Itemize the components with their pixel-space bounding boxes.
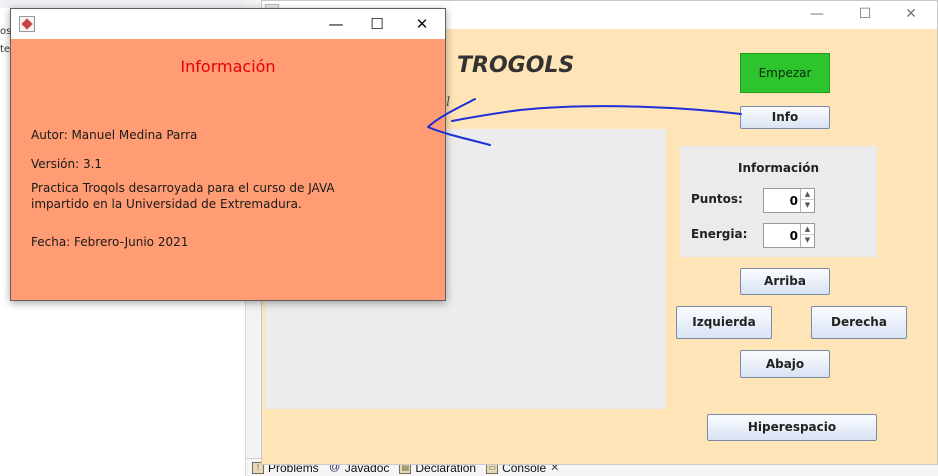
game-title: TROGOLS [457,53,575,78]
points-label: Puntos: [691,192,743,206]
date-text: Fecha: Febrero-Junio 2021 [31,235,189,249]
info-button[interactable]: Info [740,106,830,129]
chevron-down-icon[interactable]: ▼ [801,235,814,246]
dialog-titlebar: — ☐ ✕ [11,9,445,39]
up-button[interactable]: Arriba [740,268,830,295]
minimize-button[interactable]: — [802,5,832,23]
energy-value: 0 [789,229,798,243]
dialog-heading: Información [180,57,276,76]
hyperspace-button[interactable]: Hiperespacio [707,414,877,441]
spinner-arrows: ▲ ▼ [800,189,814,212]
points-spinner[interactable]: 0 ▲ ▼ [763,188,815,213]
info-dialog: — ☐ ✕ Información Autor: Manuel Medina P… [10,8,446,301]
java-app-icon [19,16,35,32]
maximize-button[interactable]: ☐ [850,5,880,23]
info-panel: Información Puntos: 0 ▲ ▼ Energia: 0 ▲ ▼ [680,146,877,257]
points-value: 0 [789,194,798,208]
minimize-button[interactable]: — [321,14,351,34]
author-text: Autor: Manuel Medina Parra [31,128,198,142]
chevron-up-icon[interactable]: ▲ [801,189,814,200]
version-text: Versión: 3.1 [31,157,103,171]
chevron-up-icon[interactable]: ▲ [801,224,814,235]
start-button[interactable]: Empezar [740,53,830,93]
left-button[interactable]: Izquierda [676,306,772,339]
ide-left-toolbar [0,0,246,8]
right-button[interactable]: Derecha [811,306,907,339]
down-button[interactable]: Abajo [740,350,830,378]
close-button[interactable]: ✕ [407,14,437,34]
description-line-1: Practica Troqols desarroyada para el cur… [31,181,335,195]
close-button[interactable]: ✕ [896,5,926,23]
info-panel-title: Información [737,161,819,175]
energy-label: Energia: [691,227,748,241]
chevron-down-icon[interactable]: ▼ [801,200,814,211]
maximize-button[interactable]: ☐ [362,14,392,34]
energy-spinner[interactable]: 0 ▲ ▼ [763,223,815,248]
spinner-arrows: ▲ ▼ [800,224,814,247]
description-line-2: impartido en la Universidad de Extremadu… [31,197,302,211]
